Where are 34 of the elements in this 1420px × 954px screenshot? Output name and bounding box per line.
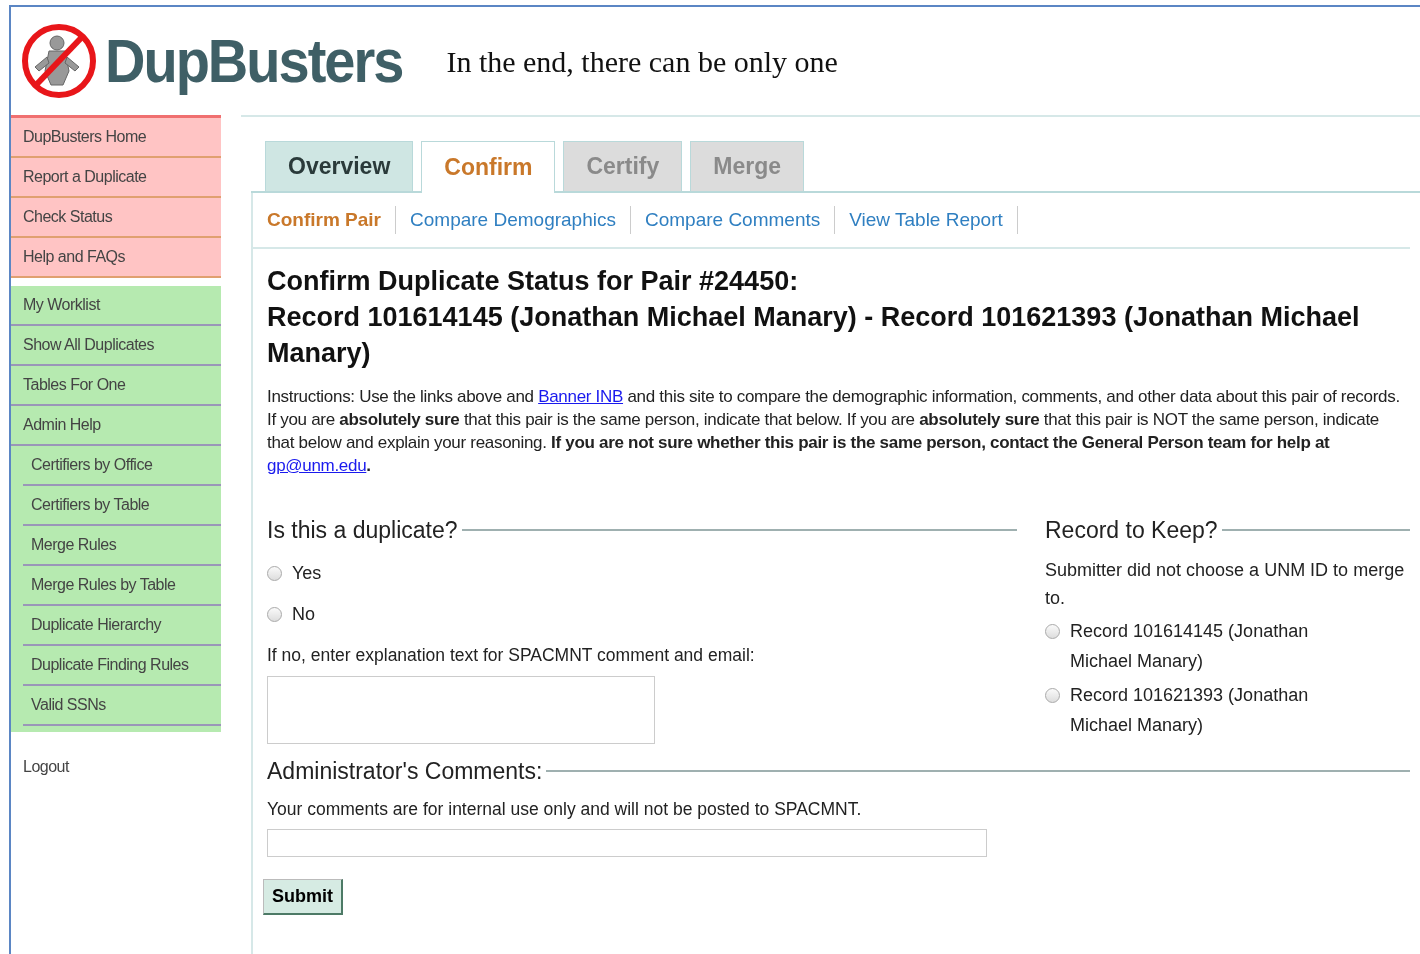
note-text: Submitter did not choose a UNM ID to merge to. [1045, 558, 1406, 610]
subtab-link[interactable]: Compare Demographics [396, 205, 631, 235]
sidebar-link[interactable]: Admin Help [11, 406, 221, 446]
radio-button[interactable] [1045, 687, 1060, 703]
subtab-link[interactable]: Compare Comments [630, 205, 836, 235]
radio-label: No [292, 602, 315, 626]
section-legend: Is this a duplicate? [267, 513, 458, 548]
sidebar-link[interactable]: Help and FAQs [11, 238, 221, 278]
section-legend: Administrator's Comments: [267, 753, 543, 789]
field-label: If no, enter explanation text for SPACMNT comment and email: [267, 643, 756, 667]
tab[interactable]: Overview [265, 141, 414, 191]
submit-button[interactable]: Submit [263, 878, 343, 915]
sidebar-link[interactable]: My Worklist [11, 286, 221, 326]
sidebar-link[interactable]: Tables For One [11, 366, 221, 406]
subtab-link[interactable]: View Table Report [835, 205, 1018, 235]
sidebar-link[interactable]: Report a Duplicate [11, 158, 221, 198]
note-text: Your comments are for internal use only and will not be posted to SPACMNT. [267, 798, 863, 822]
section-legend: Record to Keep? [1045, 513, 1218, 548]
radio-button[interactable] [267, 565, 282, 581]
comments-field[interactable] [267, 828, 987, 857]
explanation-field[interactable] [267, 675, 655, 744]
text-link[interactable]: gp@unm.edu [267, 456, 367, 475]
instructions-paragraph: Instructions: Use the links above and Banner INB and this site to compare the demographic information, comments, and other data about this pair of records. If you are absolutely sure that this pair is the same person, indicate that below. If you are absolutely sure that this pair is NOT the same person, indicate that below and explain your reasoning. If you are not sure whether this pair is the same person, contact the General Person team for help at gp@unm.edu. [267, 386, 1401, 477]
radio-label: Record 101621393 (Jonathan Michael Manary) [1070, 683, 1310, 737]
sidebar-link[interactable]: Check Status [11, 198, 221, 238]
sidebar-link[interactable]: DupBusters Home [11, 118, 221, 158]
sidebar-link[interactable]: Show All Duplicates [11, 326, 221, 366]
text-link[interactable]: Banner INB [538, 387, 624, 406]
page-heading: Confirm Duplicate Status for Pair #24450: Record 101614145 (Jonathan Michael Manary) - Record 101621393 (Jonathan Michael Manary) [267, 265, 1361, 370]
tagline: In the end, there can be only one [446, 43, 838, 80]
radio-button[interactable] [1045, 623, 1060, 639]
radio-button[interactable] [267, 606, 282, 622]
radio-label: Yes [292, 561, 322, 585]
radio-label: Record 101614145 (Jonathan Michael Manary) [1070, 619, 1310, 673]
